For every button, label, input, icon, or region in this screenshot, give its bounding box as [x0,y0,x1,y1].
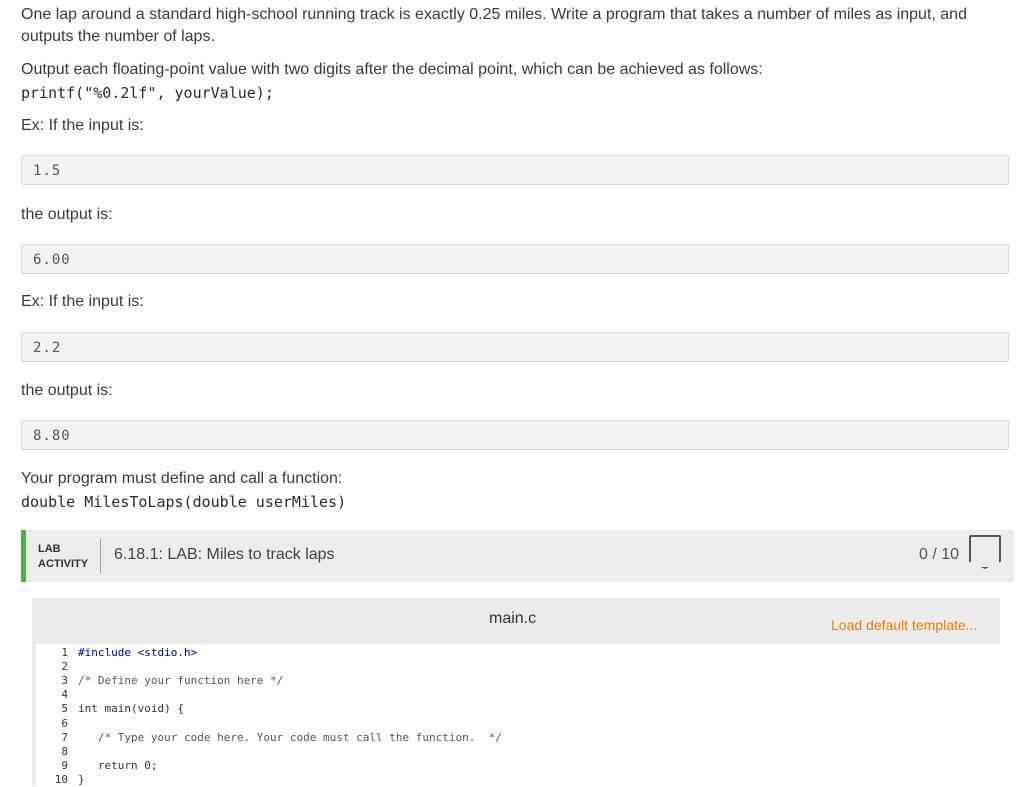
line-number: 1 [61,646,68,659]
line-number: 2 [61,660,68,674]
lab-score: 0 / 10 [919,546,960,563]
lab-tag-line-1: LAB [38,543,61,555]
lab-title: 6.18.1: LAB: Miles to track laps [114,546,335,563]
line-number: 5 [61,702,68,716]
code-text: /* Type your code here. Your code must c… [78,730,502,744]
editor-header: main.c Load default template... [32,598,1000,644]
code-line: 8 [36,745,996,759]
lab-tag-line-2: ACTIVITY [38,558,89,570]
example-2-label: Ex: If the input is: [21,293,144,310]
completion-badge-icon [969,535,1001,569]
example-1-label: Ex: If the input is: [21,117,144,134]
code-text: return 0; [78,758,158,772]
code-line: 5 int main(void) { [36,702,996,716]
function-note: Your program must define and call a func… [21,470,343,487]
function-signature: double MilesToLaps(double userMiles) [21,493,347,511]
code-line: 4 [36,688,996,702]
file-name-label: main.c [489,610,537,627]
code-line: 2 [36,660,996,674]
code-editor-panel: main.c Load default template... 1 #includ… [32,598,1000,786]
example-1-output-box: 6.00 [21,244,1009,274]
code-line: 3 /* Define your function here */ [36,674,996,688]
code-line: 7 /* Type your code here. Your code must… [36,731,996,745]
line-number: 7 [61,730,68,744]
code-text: } [78,772,85,786]
example-2-input-box: 2.2 [21,332,1009,362]
code-text: /* Define your function here */ [78,674,284,688]
line-number: 10 [54,772,68,786]
example-2-output-label: the output is: [21,382,113,399]
line-number: 8 [61,744,68,758]
load-default-template-link[interactable]: Load default template... [831,617,977,633]
intro-line-1: One lap around a standard high-school ru… [21,6,967,23]
code-editor[interactable]: 1 #include <stdio.h> 2 3 /* Define your func… [36,644,1000,786]
code-line: 10} [36,773,996,787]
format-code: printf("%0.2lf", yourValue); [21,84,274,102]
code-text: #include <stdio.h> [78,646,198,659]
lab-activity-header: LAB ACTIVITY 6.18.1: LAB: Miles to track… [21,530,1014,582]
intro-line-2: outputs the number of laps. [21,28,215,45]
example-1-input-box: 1.5 [21,155,1009,185]
code-line: 6 [36,717,996,731]
example-1-output-label: the output is: [21,206,113,223]
code-text: int main(void) { [78,702,184,716]
code-line: 1 #include <stdio.h> [36,646,996,660]
format-note: Output each floating-point value with tw… [21,61,763,78]
lab-divider [100,539,101,573]
code-line: 9 return 0; [36,759,996,773]
line-number: 3 [61,674,68,688]
line-number: 6 [61,716,68,730]
line-number: 4 [61,688,68,702]
example-2-output-box: 8.80 [21,420,1009,450]
intro-text: One lap around a standard high-school ru… [21,4,1011,48]
line-number: 9 [61,758,68,772]
lab-activity-tag: LAB ACTIVITY [38,542,88,572]
